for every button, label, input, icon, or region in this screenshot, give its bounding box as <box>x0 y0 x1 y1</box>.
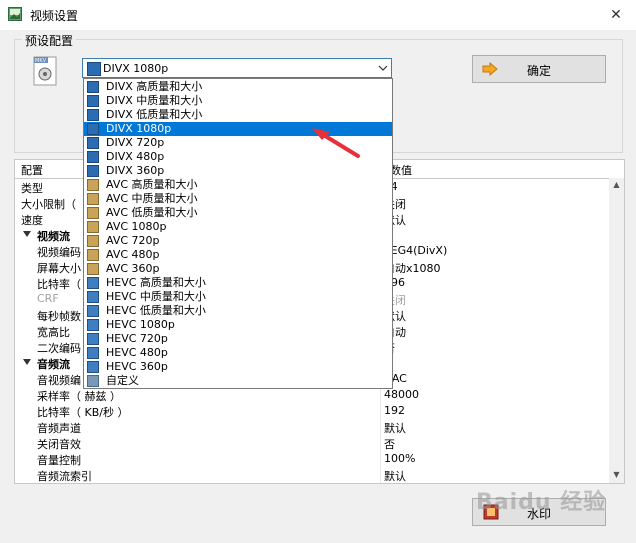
dropdown-option[interactable]: AVC 低质量和大小 <box>84 206 392 220</box>
dropdown-option-label: AVC 480p <box>106 248 160 261</box>
divx-preset-icon <box>87 123 99 135</box>
hevc-preset-icon <box>87 347 99 359</box>
close-icon: ✕ <box>610 7 622 23</box>
divx-preset-icon <box>87 109 99 121</box>
dropdown-option[interactable]: AVC 480p <box>84 248 392 262</box>
ok-button[interactable]: 确定 <box>472 55 606 83</box>
mkv-file-icon: MKV <box>33 56 57 86</box>
divx-preset-icon <box>87 62 101 76</box>
dropdown-option-label: AVC 低质量和大小 <box>106 206 198 219</box>
divx-preset-icon <box>87 165 99 177</box>
dropdown-option-label: DIVX 360p <box>106 164 165 177</box>
dropdown-option-label: HEVC 480p <box>106 346 168 359</box>
avc-preset-icon <box>87 179 99 191</box>
preset-combobox[interactable]: DIVX 1080p <box>82 58 392 78</box>
divx-preset-icon <box>87 81 99 93</box>
hevc-preset-icon <box>87 333 99 345</box>
close-button[interactable]: ✕ <box>604 4 628 26</box>
dropdown-option-label: AVC 720p <box>106 234 160 247</box>
avc-preset-icon <box>87 193 99 205</box>
annotation-arrow-icon <box>312 128 360 158</box>
avc-preset-icon <box>87 221 99 233</box>
window-title: 视频设置 <box>30 9 79 23</box>
dropdown-option-label: AVC 高质量和大小 <box>106 178 198 191</box>
title-bar: 视频设置 ✕ <box>0 0 636 30</box>
custom-preset-icon <box>87 375 99 387</box>
dropdown-option-label: DIVX 1080p <box>106 122 172 135</box>
dropdown-option-label: 自定义 <box>106 374 139 387</box>
dropdown-option[interactable]: 自定义 <box>84 374 392 388</box>
grid-row-sample-rate[interactable]: 采样率（ 赫兹 ） 48000 <box>15 387 609 403</box>
grid-row-audio-bitrate[interactable]: 比特率（ KB/秒 ） 192 <box>15 403 609 419</box>
scroll-up-icon[interactable]: ▲ <box>609 180 624 192</box>
dropdown-option[interactable]: HEVC 360p <box>84 360 392 374</box>
dropdown-option[interactable]: AVC 360p <box>84 262 392 276</box>
dropdown-option[interactable]: DIVX 中质量和大小 <box>84 94 392 108</box>
app-icon <box>8 7 22 21</box>
dropdown-option-label: DIVX 480p <box>106 150 165 163</box>
dropdown-option-label: DIVX 高质量和大小 <box>106 80 203 93</box>
hevc-preset-icon <box>87 277 99 289</box>
collapse-triangle-icon[interactable] <box>23 231 31 237</box>
scroll-down-icon[interactable]: ▼ <box>609 470 624 482</box>
grid-row-audio-channels[interactable]: 音频声道 默认 <box>15 419 609 435</box>
divx-preset-icon <box>87 137 99 149</box>
dropdown-option[interactable]: AVC 中质量和大小 <box>84 192 392 206</box>
dropdown-option-label: AVC 1080p <box>106 220 167 233</box>
dropdown-option[interactable]: HEVC 中质量和大小 <box>84 290 392 304</box>
dropdown-option-label: DIVX 中质量和大小 <box>106 94 203 107</box>
divx-preset-icon <box>87 95 99 107</box>
dropdown-option[interactable]: DIVX 高质量和大小 <box>84 80 392 94</box>
dropdown-option[interactable]: AVC 720p <box>84 234 392 248</box>
divx-preset-icon <box>87 151 99 163</box>
chevron-down-icon[interactable] <box>375 60 391 76</box>
dropdown-option[interactable]: HEVC 720p <box>84 332 392 346</box>
dropdown-option[interactable]: HEVC 高质量和大小 <box>84 276 392 290</box>
avc-preset-icon <box>87 207 99 219</box>
dropdown-option-label: DIVX 720p <box>106 136 165 149</box>
collapse-triangle-icon[interactable] <box>23 359 31 365</box>
dropdown-option[interactable]: HEVC 低质量和大小 <box>84 304 392 318</box>
dropdown-option-label: AVC 中质量和大小 <box>106 192 198 205</box>
avc-preset-icon <box>87 263 99 275</box>
grid-row-volume[interactable]: 音量控制 100% <box>15 451 609 467</box>
dropdown-option[interactable]: AVC 高质量和大小 <box>84 178 392 192</box>
hevc-preset-icon <box>87 361 99 373</box>
dropdown-option[interactable]: AVC 1080p <box>84 220 392 234</box>
dropdown-option-label: HEVC 高质量和大小 <box>106 276 206 289</box>
grid-row-audio-index[interactable]: 音频流索引 默认 <box>15 467 609 483</box>
dropdown-option-label: HEVC 低质量和大小 <box>106 304 206 317</box>
header-value: 数值 <box>390 164 412 177</box>
dropdown-option[interactable]: HEVC 1080p <box>84 318 392 332</box>
dropdown-option-label: HEVC 中质量和大小 <box>106 290 206 303</box>
avc-preset-icon <box>87 235 99 247</box>
preset-selected-value: DIVX 1080p <box>103 62 169 75</box>
dropdown-option-label: HEVC 360p <box>106 360 168 373</box>
header-name: 配置 <box>21 164 43 177</box>
grid-scrollbar[interactable]: ▲ ▼ <box>609 178 624 483</box>
hevc-preset-icon <box>87 319 99 331</box>
baidu-watermark: Baidu 经验 <box>476 490 607 515</box>
mkv-icon-label: MKV <box>35 58 47 64</box>
dropdown-option-label: HEVC 1080p <box>106 318 175 331</box>
grid-row-mute-audio[interactable]: 关闭音效否 <box>15 435 609 451</box>
ok-button-label: 确定 <box>526 64 551 78</box>
dropdown-option[interactable]: HEVC 480p <box>84 346 392 360</box>
dropdown-option-label: AVC 360p <box>106 262 160 275</box>
hevc-preset-icon <box>87 291 99 303</box>
dropdown-option-label: DIVX 低质量和大小 <box>106 108 203 121</box>
hevc-preset-icon <box>87 305 99 317</box>
dropdown-option-label: HEVC 720p <box>106 332 168 345</box>
dropdown-option[interactable]: DIVX 360p <box>84 164 392 178</box>
avc-preset-icon <box>87 249 99 261</box>
preset-group-label: 预设配置 <box>22 32 77 49</box>
